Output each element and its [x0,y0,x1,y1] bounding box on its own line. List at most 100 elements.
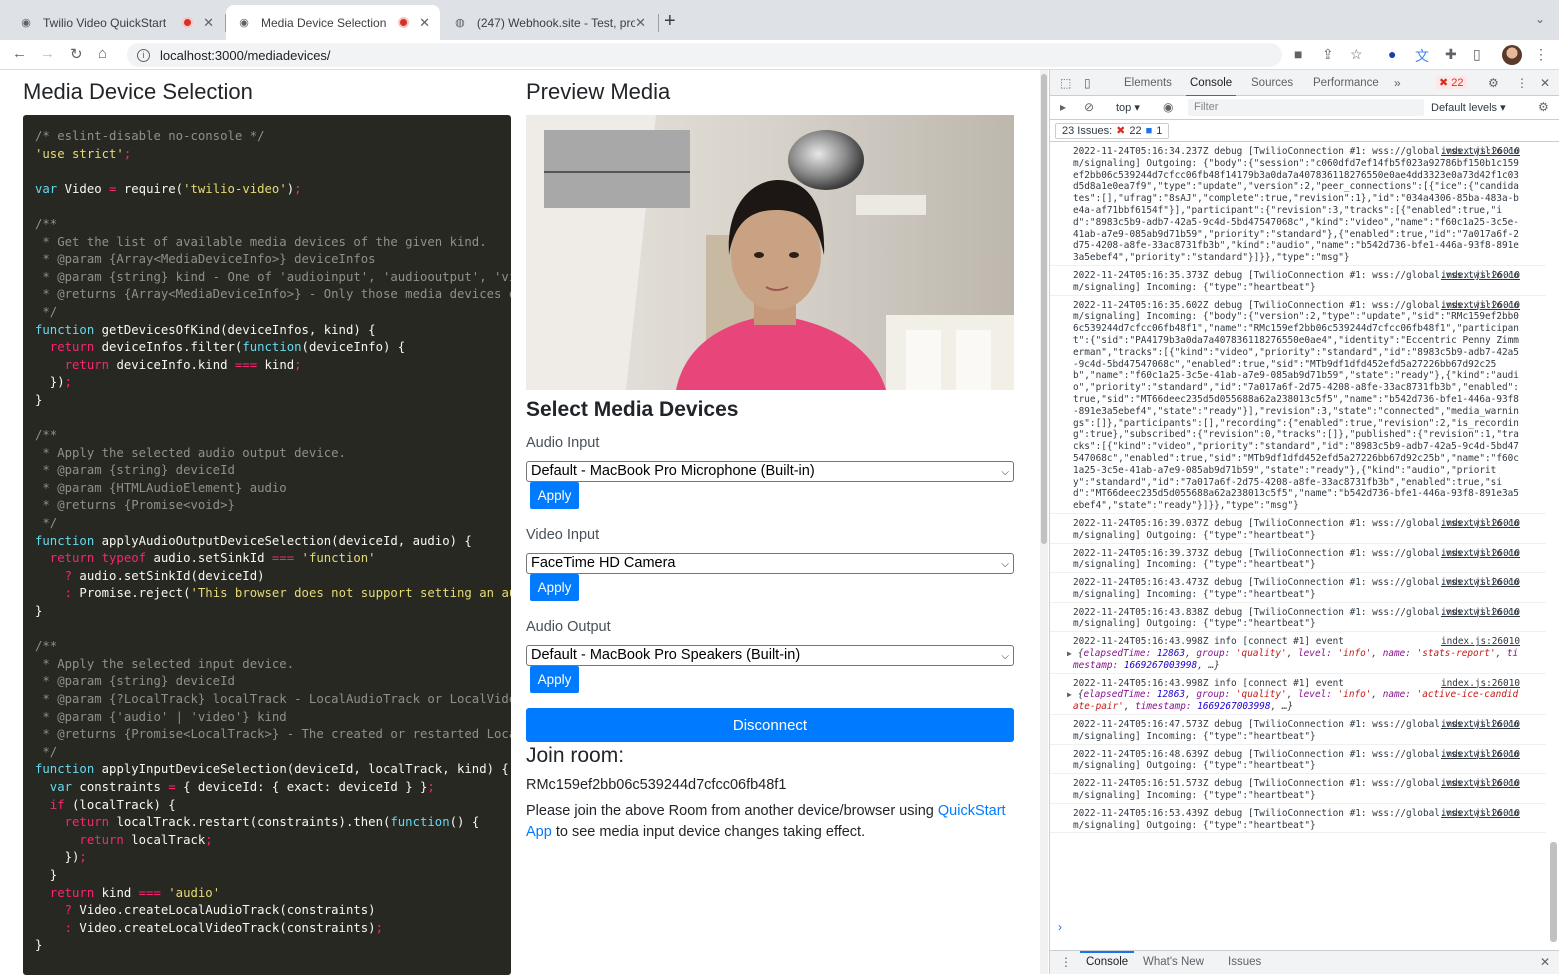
error-count: 22 [1451,77,1464,89]
apply-audio-input-button[interactable]: Apply [530,482,579,509]
console-object-preview[interactable]: ▶ {elapsedTime: 12863, group: 'quality', … [1067,689,1520,713]
browser-tab-quickstart[interactable]: ◉ Twilio Video QuickStart ✕ [8,5,224,40]
source-link[interactable]: index.js:26010 [1441,270,1520,282]
console-object-preview[interactable]: ▶ {elapsedTime: 12863, group: 'quality', … [1067,648,1520,672]
devtools-tab-sources[interactable]: Sources [1251,77,1293,89]
clear-console-icon[interactable]: ⊘ [1084,100,1094,114]
page-scrollbar[interactable] [1040,70,1048,974]
source-link[interactable]: index.js:26010 [1441,808,1520,820]
code-token: constraints [72,779,169,794]
page-viewport: Media Device Selection /* eslint-disable… [0,70,1036,975]
apply-audio-output-button[interactable]: Apply [530,666,579,693]
devtools-tab-elements[interactable]: Elements [1124,77,1172,89]
object-value: 1669267003998 [1197,701,1271,713]
devtools-tab-console[interactable]: Console [1185,77,1237,97]
source-link[interactable]: index.js:26010 [1441,577,1520,589]
drawer-tab-issues[interactable]: Issues [1228,956,1261,968]
source-link[interactable]: index.js:26010 [1441,300,1520,312]
console-scrollbar[interactable] [1547,142,1559,942]
translate-icon[interactable]: 文 [1415,46,1429,66]
source-link[interactable]: index.js:26010 [1441,636,1520,648]
sidebar-toggle-icon[interactable]: ▸ [1060,100,1066,114]
code-token: } [35,392,43,407]
disconnect-button[interactable]: Disconnect [526,708,1014,742]
expand-triangle-icon[interactable]: ▶ [1067,649,1072,658]
object-punct: level: [1298,689,1338,701]
code-token: ; [294,181,302,196]
forward-icon[interactable]: → [40,45,55,62]
console-settings-gear-icon[interactable]: ⚙ [1538,100,1549,114]
video-input-value: FaceTime HD Camera [531,555,676,571]
reload-icon[interactable]: ↻ [70,45,83,63]
side-panel-icon[interactable]: ▯ [1473,46,1481,63]
object-value: 'info' [1337,648,1372,660]
inspect-element-icon[interactable]: ⬚ [1060,76,1071,90]
audio-output-select[interactable]: Default - MacBook Pro Speakers (Built-in… [526,645,1014,666]
browser-tab-media-devices[interactable]: ◉ Media Device Selection ✕ [226,5,440,40]
apply-video-input-button[interactable]: Apply [530,574,579,601]
audio-input-select[interactable]: Default - MacBook Pro Microphone (Built-… [526,461,1014,482]
devtools-menu-icon[interactable]: ⋮ [1516,76,1528,90]
code-token: */ [35,304,58,319]
page-scrollbar-thumb[interactable] [1041,74,1047,544]
console-scrollbar-thumb[interactable] [1550,842,1557,942]
code-token: ? [35,568,73,583]
home-icon[interactable]: ⌂ [98,45,107,62]
code-token: 'audio' [160,885,221,900]
tab-close-icon[interactable]: ✕ [635,15,646,31]
drawer-tab-console[interactable]: Console [1079,951,1135,968]
profile-avatar[interactable] [1502,45,1522,65]
console-message: 2022-11-24T05:16:39.037Z debug [TwilioCo… [1050,514,1546,544]
address-bar[interactable]: i localhost:3000/mediadevices/ [127,43,1282,67]
more-tabs-icon[interactable]: » [1394,76,1401,90]
console-message: 2022-11-24T05:16:47.573Z debug [TwilioCo… [1050,715,1546,745]
site-info-icon[interactable]: i [137,48,150,62]
code-line: */ [35,515,511,533]
source-link[interactable]: index.js:26010 [1441,749,1520,761]
settings-gear-icon[interactable]: ⚙ [1488,76,1499,90]
expand-triangle-icon[interactable]: ▶ [1067,690,1072,699]
browser-menu-icon[interactable]: ⋮ [1534,46,1548,63]
source-link[interactable]: index.js:26010 [1441,548,1520,560]
code-token: kind [94,885,139,900]
devtools-tab-performance[interactable]: Performance [1313,77,1379,89]
code-token: audio.setSinkId(deviceId) [72,568,265,583]
bookmark-star-icon[interactable]: ☆ [1350,46,1363,63]
share-icon[interactable]: ⇪ [1322,46,1334,63]
camera-in-use-icon[interactable]: ■ [1294,46,1302,62]
source-link[interactable]: index.js:26010 [1441,607,1520,619]
tab-close-icon[interactable]: ✕ [419,15,430,31]
tab-search-chevron-icon[interactable]: ⌄ [1535,12,1545,26]
close-drawer-icon[interactable]: ✕ [1540,955,1550,969]
browser-tab-webhook[interactable]: ◍ (247) Webhook.site - Test, pro ✕ [442,5,656,40]
join-text-after: to see media input device changes taking… [551,824,866,840]
drawer-tab-whats-new[interactable]: What's New [1143,956,1204,968]
code-line: return localTrack; [35,832,511,850]
console-prompt-icon[interactable]: › [1058,920,1062,934]
drawer-menu-icon[interactable]: ⋮ [1060,955,1072,969]
context-select[interactable]: top ▾ [1116,101,1140,114]
source-link[interactable]: index.js:26010 [1441,518,1520,530]
back-icon[interactable]: ← [12,45,27,62]
object-punct: name: [1382,689,1417,701]
source-link[interactable]: index.js:26010 [1441,778,1520,790]
issues-button[interactable]: 23 Issues: ✖ 22 ■ 1 [1055,123,1170,139]
source-link[interactable]: index.js:26010 [1441,146,1520,158]
device-toolbar-icon[interactable]: ▯ [1084,76,1091,90]
new-tab-icon[interactable]: + [664,10,676,33]
console-filter-input[interactable]: Filter [1188,99,1424,116]
tab-close-icon[interactable]: ✕ [203,15,214,31]
error-count-badge[interactable]: ✖ 22 [1436,76,1467,89]
extensions-puzzle-icon[interactable]: ✚ [1445,46,1457,63]
extension-o-icon[interactable]: ● [1388,46,1396,62]
tab-title: Media Device Selection [261,15,387,30]
source-link[interactable]: index.js:26010 [1441,678,1520,690]
live-expression-eye-icon[interactable]: ◉ [1163,100,1173,114]
log-levels-select[interactable]: Default levels ▾ [1431,101,1506,114]
close-devtools-icon[interactable]: ✕ [1540,76,1550,90]
code-line: * @param {string} kind - One of 'audioin… [35,269,511,287]
console-message: 2022-11-24T05:16:43.838Z debug [TwilioCo… [1050,603,1546,633]
source-link[interactable]: index.js:26010 [1441,719,1520,731]
video-input-select[interactable]: FaceTime HD Camera ⌵ [526,553,1014,574]
